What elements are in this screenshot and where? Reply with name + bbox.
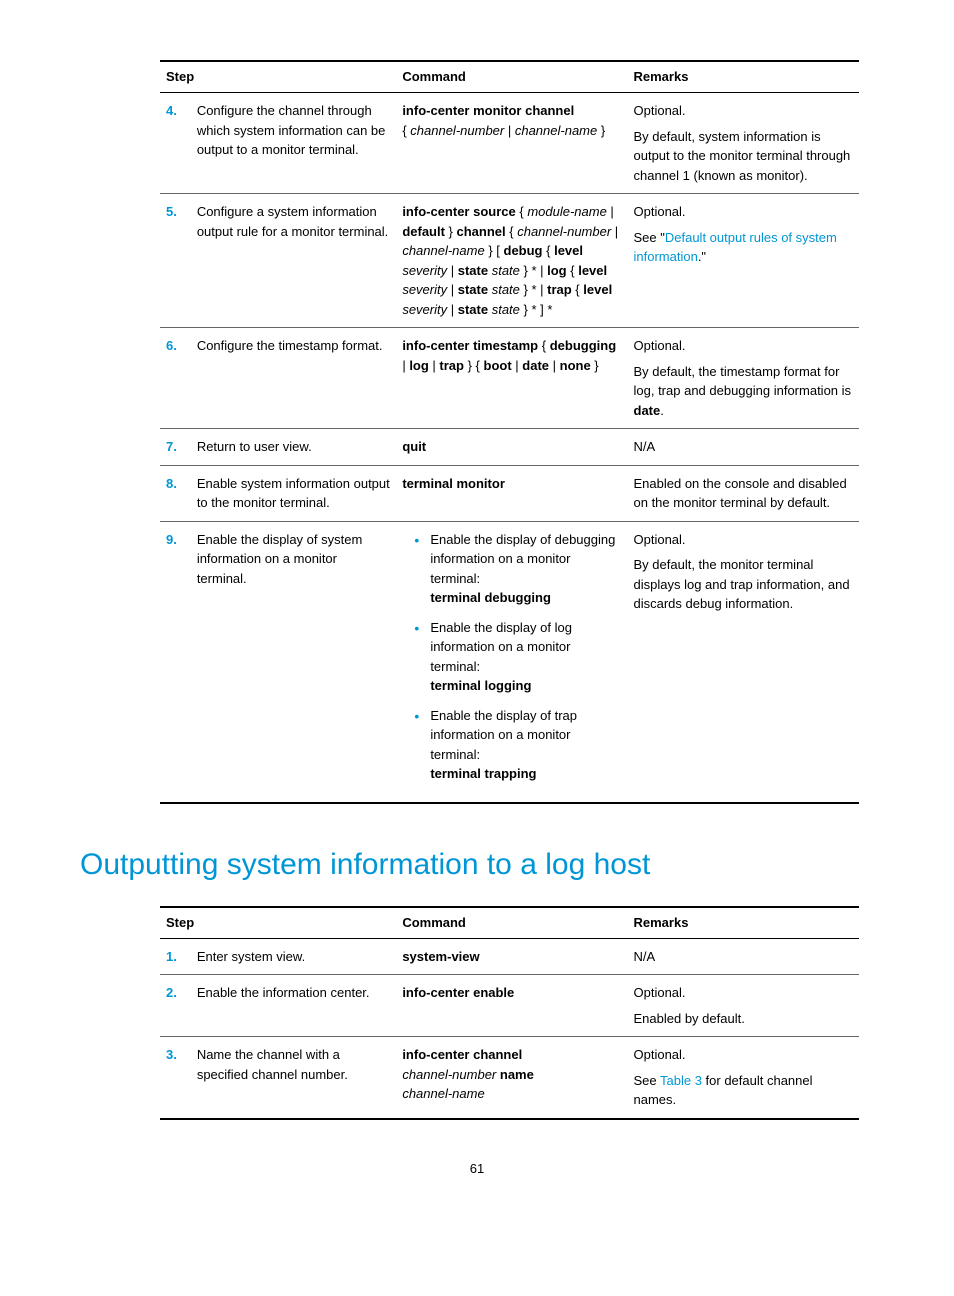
step-number: 9.: [166, 532, 177, 547]
table-header-row: Step Command Remarks: [160, 907, 859, 939]
table-row: 9. Enable the display of system informat…: [160, 521, 859, 803]
step-command: info-center timestamp { debugging | log …: [396, 328, 627, 429]
step-command: info-center enable: [396, 975, 627, 1037]
step-command: terminal monitor: [396, 465, 627, 521]
table-row: 2. Enable the information center. info-c…: [160, 975, 859, 1037]
step-number: 4.: [166, 103, 177, 118]
col-step: Step: [160, 907, 396, 939]
link-default-output-rules[interactable]: Default output rules of system informati…: [634, 230, 837, 265]
step-remarks: Enabled on the console and disabled on t…: [628, 465, 859, 521]
link-table-3[interactable]: Table 3: [660, 1073, 702, 1088]
step-command: info-center source { module-name | defau…: [396, 194, 627, 328]
step-desc: Enable the display of system information…: [191, 521, 397, 803]
step-desc: Enable the information center.: [191, 975, 397, 1037]
step-remarks: Optional. By default, the timestamp form…: [628, 328, 859, 429]
table-row: 6. Configure the timestamp format. info-…: [160, 328, 859, 429]
step-remarks: N/A: [628, 938, 859, 975]
step-remarks: Optional. Enabled by default.: [628, 975, 859, 1037]
col-step: Step: [160, 61, 396, 93]
step-number: 1.: [166, 949, 177, 964]
step-remarks: Optional. By default, system information…: [628, 93, 859, 194]
list-item: Enable the display of log information on…: [418, 618, 621, 696]
col-command: Command: [396, 907, 627, 939]
step-number: 3.: [166, 1047, 177, 1062]
step-number: 6.: [166, 338, 177, 353]
col-remarks: Remarks: [628, 907, 859, 939]
table-row: 4. Configure the channel through which s…: [160, 93, 859, 194]
table-header-row: Step Command Remarks: [160, 61, 859, 93]
step-command: info-center monitor channel { channel-nu…: [396, 93, 627, 194]
table-row: 3. Name the channel with a specified cha…: [160, 1037, 859, 1119]
step-command: Enable the display of debugging informat…: [396, 521, 627, 803]
list-item: Enable the display of debugging informat…: [418, 530, 621, 608]
table-row: 1. Enter system view. system-view N/A: [160, 938, 859, 975]
config-table-1: Step Command Remarks 4. Configure the ch…: [160, 60, 859, 804]
step-desc: Configure a system information output ru…: [191, 194, 397, 328]
step-number: 8.: [166, 476, 177, 491]
step-desc: Return to user view.: [191, 429, 397, 466]
step-number: 7.: [166, 439, 177, 454]
table-row: 8. Enable system information output to t…: [160, 465, 859, 521]
step-command: system-view: [396, 938, 627, 975]
step-number: 5.: [166, 204, 177, 219]
step-remarks: Optional. By default, the monitor termin…: [628, 521, 859, 803]
config-table-2: Step Command Remarks 1. Enter system vie…: [160, 906, 859, 1120]
step-remarks: Optional. See "Default output rules of s…: [628, 194, 859, 328]
step-command: info-center channel channel-number name …: [396, 1037, 627, 1119]
table-row: 7. Return to user view. quit N/A: [160, 429, 859, 466]
step-desc: Name the channel with a specified channe…: [191, 1037, 397, 1119]
section-heading: Outputting system information to a log h…: [80, 844, 874, 886]
list-item: Enable the display of trap information o…: [418, 706, 621, 784]
step-number: 2.: [166, 985, 177, 1000]
step-desc: Enable system information output to the …: [191, 465, 397, 521]
table-row: 5. Configure a system information output…: [160, 194, 859, 328]
step-command: quit: [396, 429, 627, 466]
col-remarks: Remarks: [628, 61, 859, 93]
col-command: Command: [396, 61, 627, 93]
step-remarks: N/A: [628, 429, 859, 466]
step-remarks: Optional. See Table 3 for default channe…: [628, 1037, 859, 1119]
step-desc: Configure the channel through which syst…: [191, 93, 397, 194]
page-number: 61: [80, 1160, 874, 1178]
step-desc: Enter system view.: [191, 938, 397, 975]
step-desc: Configure the timestamp format.: [191, 328, 397, 429]
